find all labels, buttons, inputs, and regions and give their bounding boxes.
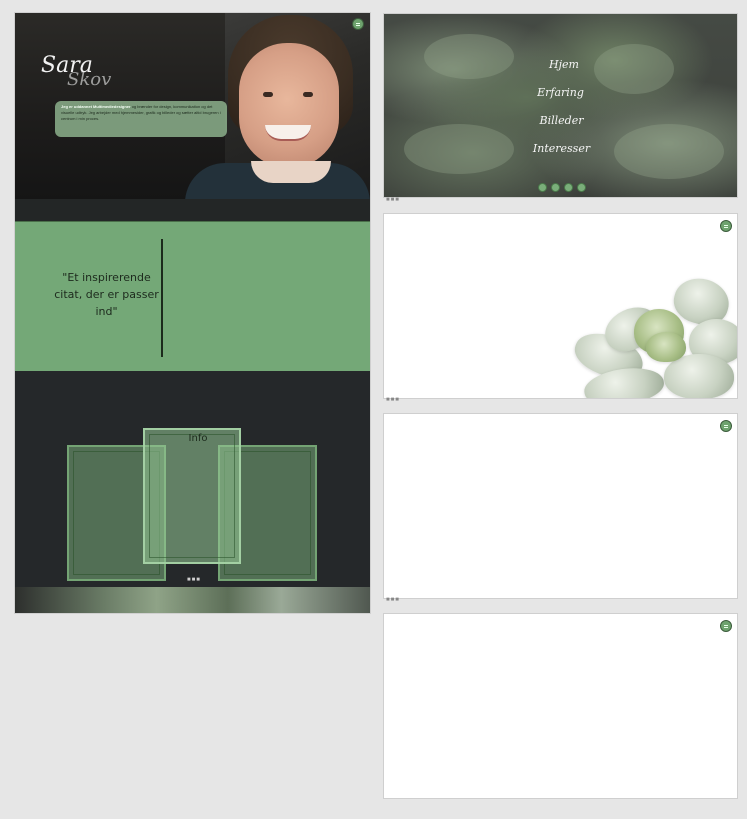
frame-dots: ■■■: [386, 197, 400, 203]
portrait-eye: [303, 92, 313, 97]
blank-page-mockup: [383, 413, 738, 599]
info-label: Info: [188, 433, 208, 444]
design-canvas: Skov Sara Jeg er uddannet Multimediedesi…: [0, 0, 747, 819]
intro-card-bold: Jeg er uddannet Multimediedesigner: [61, 104, 131, 109]
nav-item-billeder[interactable]: Billeder: [384, 110, 737, 138]
frame-dots: ■■■: [386, 397, 400, 403]
portrait-eye: [263, 92, 273, 97]
menu-icon[interactable]: [720, 420, 732, 432]
hero-section: Skov Sara Jeg er uddannet Multimediedesi…: [15, 13, 370, 199]
instagram-icon[interactable]: [538, 183, 547, 192]
succulent-center: [646, 332, 686, 362]
blank-page-mockup: [383, 613, 738, 799]
mail-icon[interactable]: [577, 183, 586, 192]
facebook-icon[interactable]: [564, 183, 573, 192]
blank-page-mockup-with-plant: [383, 213, 738, 399]
footer-plant-image: [15, 587, 370, 613]
frame-dots: ■■■: [386, 597, 400, 603]
nav-item-erfaring[interactable]: Erfaring: [384, 82, 737, 110]
social-links: [538, 183, 586, 192]
quote-section: "Et inspirerende citat, der er passer in…: [15, 221, 370, 373]
menu-icon[interactable]: [720, 620, 732, 632]
homepage-mockup: Skov Sara Jeg er uddannet Multimediedesi…: [15, 13, 370, 613]
linkedin-icon[interactable]: [551, 183, 560, 192]
portrait-collar: [251, 161, 331, 183]
nav-item-interesser[interactable]: Interesser: [384, 138, 737, 166]
logo-title: Sara: [41, 53, 93, 78]
nav-menu-mockup: Hjem Erfaring Billeder Interesser: [383, 13, 738, 198]
quote-text: "Et inspirerende citat, der er passer in…: [54, 271, 159, 318]
info-section: Info ■■■: [15, 371, 370, 613]
quote-divider-line: [161, 239, 163, 357]
info-card-center[interactable]: [143, 428, 241, 564]
nav-item-hjem[interactable]: Hjem: [384, 54, 737, 82]
menu-icon[interactable]: [352, 18, 364, 30]
portrait-face: [239, 43, 339, 168]
intro-card: Jeg er uddannet Multimediedesigner og br…: [55, 101, 227, 137]
succulent-image: [569, 272, 737, 398]
nav-menu: Hjem Erfaring Billeder Interesser: [384, 54, 737, 166]
section-divider: [15, 199, 370, 221]
menu-icon[interactable]: [720, 220, 732, 232]
pager-dots[interactable]: ■■■: [187, 577, 201, 583]
